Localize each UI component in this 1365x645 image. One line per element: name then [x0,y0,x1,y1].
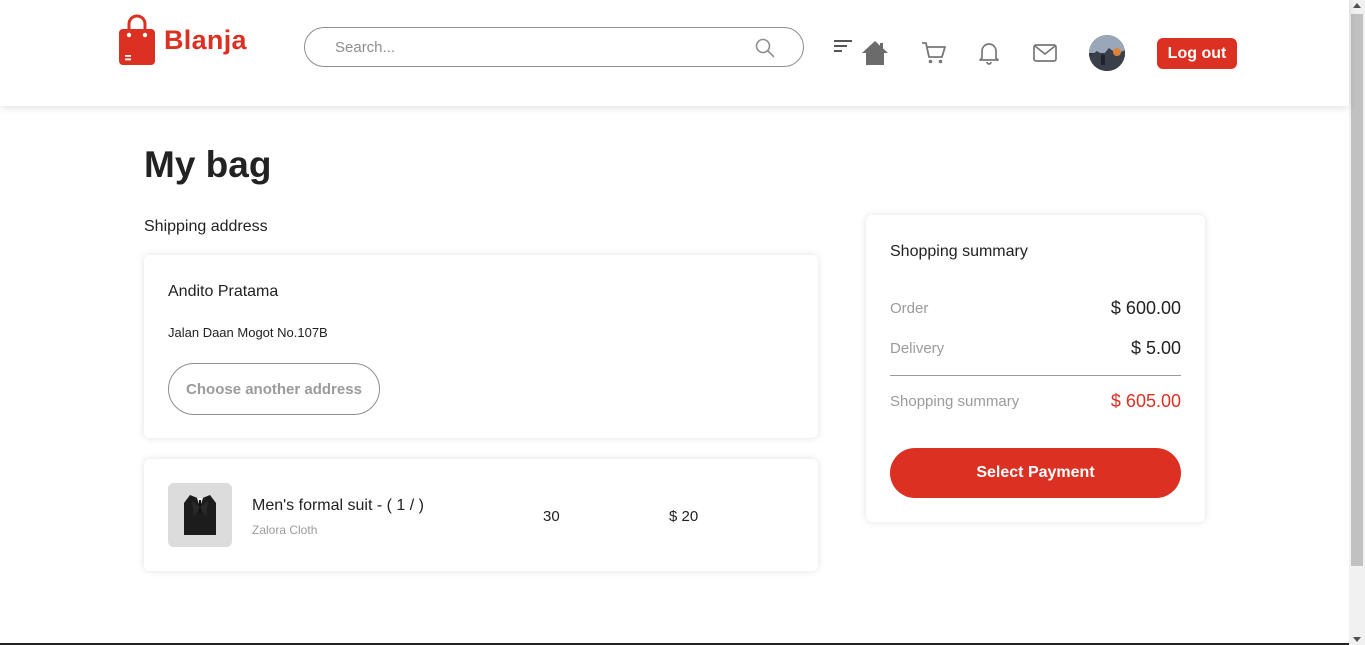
filter-icon[interactable] [834,40,854,54]
product-name[interactable]: Men's formal suit - ( 1 / ) [252,497,424,515]
bell-icon[interactable] [978,41,1000,65]
search-bar [304,27,804,67]
select-payment-button[interactable]: Select Payment [890,448,1181,498]
shopping-summary-card: Shopping summary Order $ 600.00 Delivery… [866,215,1205,522]
scrollbar-thumb[interactable] [1351,14,1363,566]
summary-divider [890,375,1181,376]
avatar-image [1089,35,1125,71]
total-value: $ 605.00 [1110,391,1181,411]
product-quantity: 30 [543,508,560,525]
vertical-scrollbar[interactable] [1349,0,1365,645]
suit-image [168,483,232,547]
address-card: Andito Pratama Jalan Daan Mogot No.107B … [144,255,818,438]
delivery-row: Delivery $ 5.00 [890,338,1181,359]
choose-address-button[interactable]: Choose another address [168,363,380,415]
address-line: Jalan Daan Mogot No.107B [168,325,328,340]
search-icon[interactable] [755,38,775,58]
cart-icon[interactable] [921,41,947,65]
shipping-address-label: Shipping address [144,218,268,235]
brand-logo[interactable]: Blanja [118,14,247,66]
user-avatar[interactable] [1089,35,1125,71]
recipient-name: Andito Pratama [168,283,279,300]
product-thumbnail[interactable] [168,483,232,547]
product-price: $ 20 [669,508,699,525]
order-value: $ 600.00 [1110,298,1181,318]
cart-item: Men's formal suit - ( 1 / ) Zalora Cloth… [144,459,818,571]
delivery-label: Delivery [890,340,945,357]
bag-logo-icon [119,14,155,65]
brand-name: Blanja [164,24,247,55]
scroll-down-arrow-icon[interactable] [1353,637,1361,642]
store-name: Zalora Cloth [252,523,318,537]
home-icon[interactable] [861,40,889,66]
scroll-up-arrow-icon[interactable] [1353,3,1361,8]
search-input[interactable] [335,36,735,58]
mail-icon[interactable] [1033,44,1057,62]
page-title: My bag [144,144,272,185]
delivery-value: $ 5.00 [1130,338,1181,358]
top-navbar: Blanja Log [0,0,1349,106]
summary-title: Shopping summary [890,243,1028,260]
total-row: Shopping summary $ 605.00 [890,391,1181,412]
logout-button[interactable]: Log out [1157,38,1237,69]
order-label: Order [890,300,929,317]
total-label: Shopping summary [890,393,1020,410]
order-row: Order $ 600.00 [890,298,1181,319]
